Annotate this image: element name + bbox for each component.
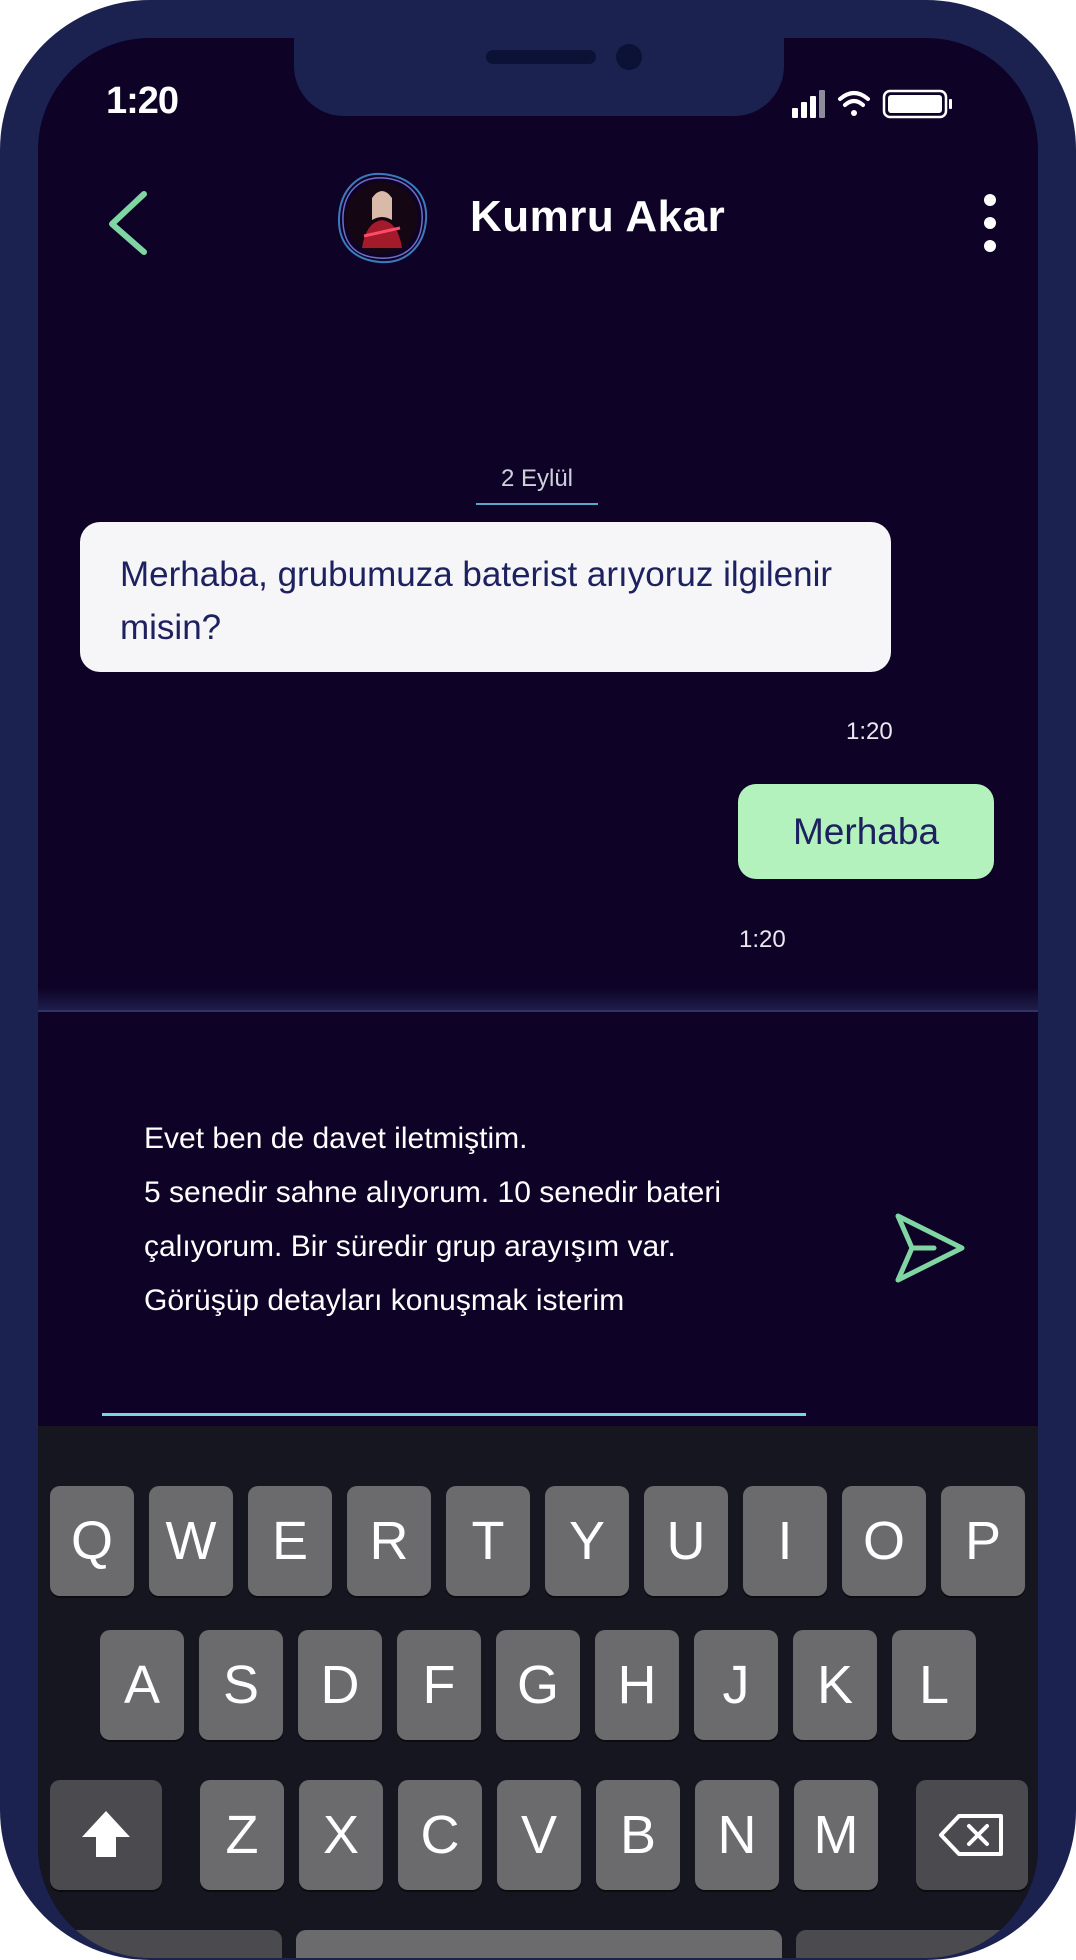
space-key[interactable] <box>296 1930 782 1958</box>
date-separator: 2 Eylül <box>476 465 598 505</box>
back-button[interactable] <box>98 188 158 258</box>
avatar[interactable] <box>334 170 430 266</box>
battery-icon <box>882 89 952 119</box>
send-button[interactable] <box>890 1208 970 1288</box>
more-options-button[interactable] <box>970 188 1010 258</box>
key-y[interactable]: Y <box>545 1486 629 1596</box>
key-x[interactable]: X <box>299 1780 383 1890</box>
message-time: 1:20 <box>739 926 786 953</box>
key-n[interactable]: N <box>695 1780 779 1890</box>
status-time: 1:20 <box>106 80 179 122</box>
contact-name: Kumru Akar <box>470 192 726 241</box>
key-h[interactable]: H <box>595 1630 679 1740</box>
key-j[interactable]: J <box>694 1630 778 1740</box>
backspace-icon <box>939 1814 1003 1856</box>
key-e[interactable]: E <box>248 1486 332 1596</box>
notch <box>294 38 784 116</box>
key-u[interactable]: U <box>644 1486 728 1596</box>
signal-icon <box>792 90 825 118</box>
screen: 1:20 Kumru Akar 2 Eylül Merhaba, grubumu… <box>38 38 1038 1958</box>
key-l[interactable]: L <box>892 1630 976 1740</box>
key-w[interactable]: W <box>149 1486 233 1596</box>
key-s[interactable]: S <box>199 1630 283 1740</box>
return-key[interactable] <box>796 1930 1028 1958</box>
keyboard: Q W E R T Y U I O P A S D F G H J K L Z … <box>38 1426 1038 1958</box>
wifi-icon <box>838 91 870 116</box>
key-f[interactable]: F <box>397 1630 481 1740</box>
chevron-left-icon <box>109 191 147 255</box>
key-p[interactable]: P <box>941 1486 1025 1596</box>
numbers-key[interactable] <box>50 1930 282 1958</box>
status-icons <box>792 89 952 119</box>
composer-divider-glow <box>38 988 1038 1012</box>
composer-divider <box>38 1010 1038 1012</box>
key-z[interactable]: Z <box>200 1780 284 1890</box>
speaker <box>486 50 596 64</box>
key-d[interactable]: D <box>298 1630 382 1740</box>
outgoing-message[interactable]: Merhaba <box>738 784 994 879</box>
send-icon <box>895 1213 965 1283</box>
key-r[interactable]: R <box>347 1486 431 1596</box>
key-v[interactable]: V <box>497 1780 581 1890</box>
key-g[interactable]: G <box>496 1630 580 1740</box>
incoming-message[interactable]: Merhaba, grubumuza baterist arıyoruz ilg… <box>80 522 891 672</box>
key-m[interactable]: M <box>794 1780 878 1890</box>
key-o[interactable]: O <box>842 1486 926 1596</box>
message-text: Merhaba, grubumuza baterist arıyoruz ilg… <box>120 555 832 647</box>
key-k[interactable]: K <box>793 1630 877 1740</box>
key-a[interactable]: A <box>100 1630 184 1740</box>
shift-icon <box>82 1811 130 1857</box>
message-text: Merhaba <box>792 811 940 852</box>
message-input[interactable]: Evet ben de davet iletmiştim. 5 senedir … <box>144 1112 784 1328</box>
more-vertical-icon <box>984 194 996 252</box>
shift-key[interactable] <box>50 1780 162 1890</box>
key-i[interactable]: I <box>743 1486 827 1596</box>
key-q[interactable]: Q <box>50 1486 134 1596</box>
phone-frame: 1:20 Kumru Akar 2 Eylül Merhaba, grubumu… <box>0 0 1076 1960</box>
camera <box>616 44 642 70</box>
key-b[interactable]: B <box>596 1780 680 1890</box>
message-input-underline <box>102 1413 806 1416</box>
key-t[interactable]: T <box>446 1486 530 1596</box>
key-c[interactable]: C <box>398 1780 482 1890</box>
delete-key[interactable] <box>916 1780 1028 1890</box>
message-time: 1:20 <box>846 718 893 745</box>
